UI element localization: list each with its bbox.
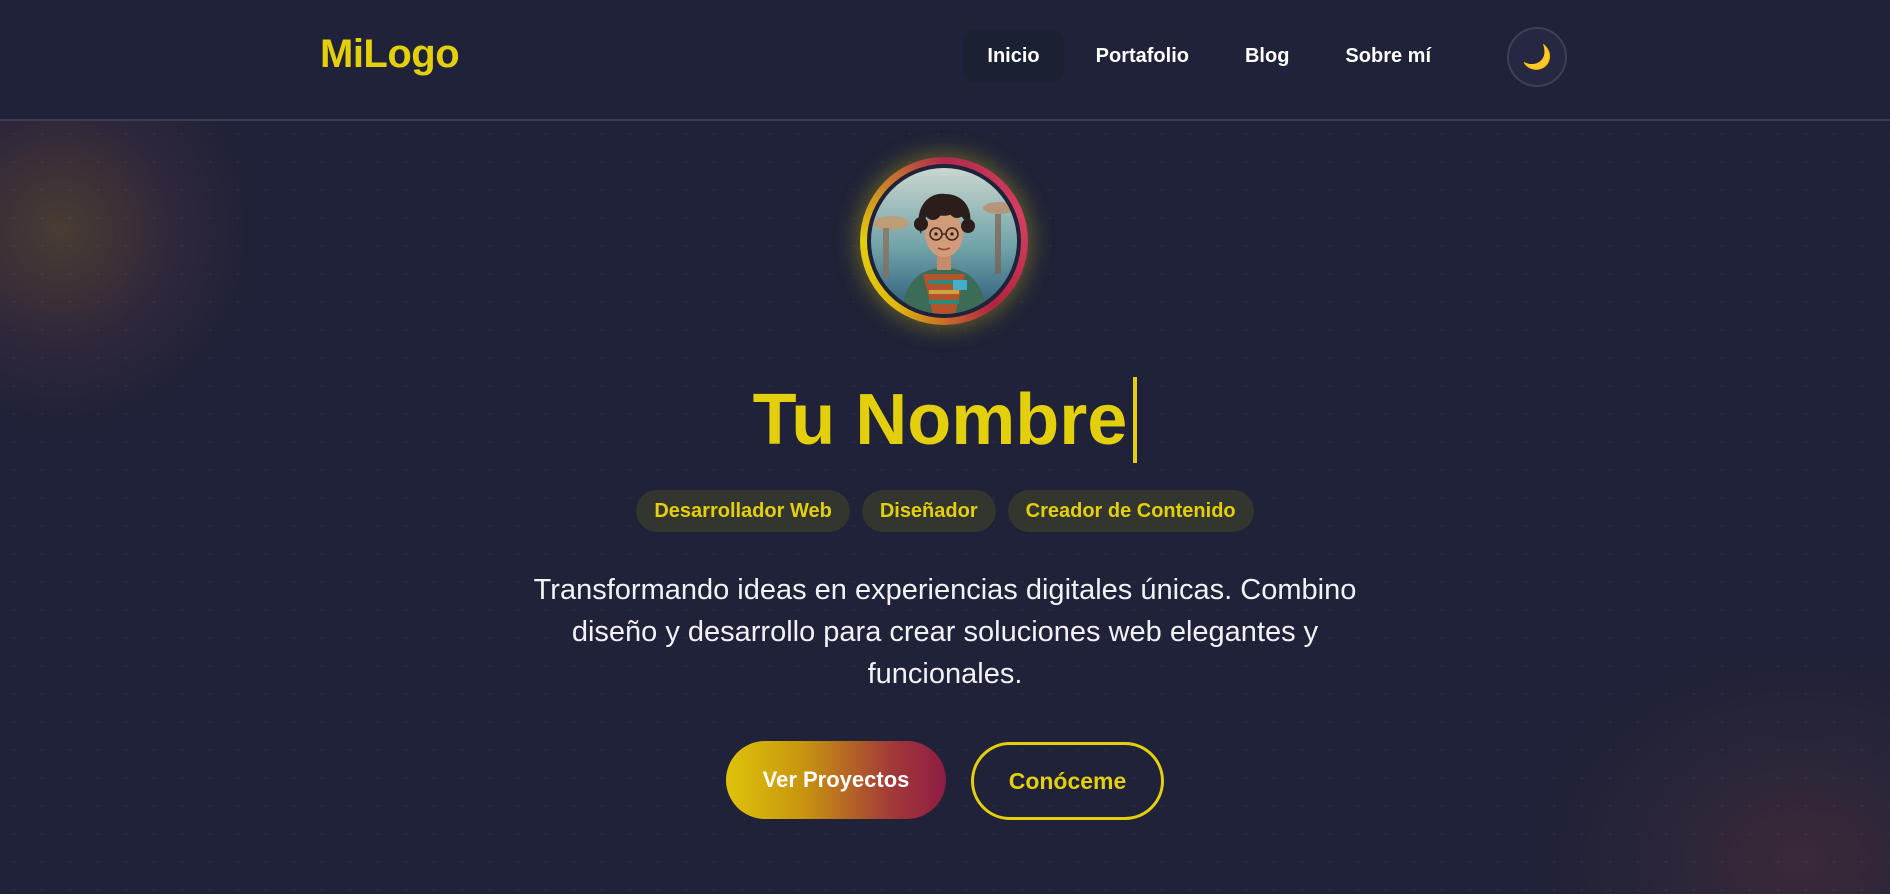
cta-row: Ver Proyectos Conóceme — [0, 741, 1890, 820]
main-nav: Inicio Portafolio Blog Sobre mí — [955, 29, 1455, 83]
avatar-portrait-image — [871, 168, 1017, 314]
hero-section: Tu Nombre Desarrollador Web Diseñador Cr… — [0, 121, 1890, 894]
theme-toggle-button[interactable]: 🌙 — [1507, 27, 1567, 87]
nav-link-blog[interactable]: Blog — [1221, 29, 1313, 83]
hero-name: Tu Nombre — [752, 380, 1128, 460]
navbar: MiLogo Inicio Portafolio Blog Sobre mí 🌙 — [0, 0, 1890, 121]
site-logo[interactable]: MiLogo — [320, 32, 460, 77]
nav-link-sobre-mi[interactable]: Sobre mí — [1321, 29, 1455, 83]
hero-description: Transformando ideas en experiencias digi… — [533, 574, 1357, 690]
moon-icon: 🌙 — [1522, 43, 1552, 71]
typing-cursor — [1133, 377, 1138, 463]
avatar-ring — [860, 157, 1028, 325]
nav-link-inicio[interactable]: Inicio — [963, 29, 1064, 83]
tag-desarrollador-web: Desarrollador Web — [636, 490, 850, 532]
ver-proyectos-button[interactable]: Ver Proyectos — [726, 741, 946, 819]
avatar — [867, 164, 1021, 318]
tag-creador-de-contenido: Creador de Contenido — [1007, 490, 1254, 532]
role-tags: Desarrollador Web Diseñador Creador de C… — [0, 490, 1890, 532]
tag-disenador: Diseñador — [861, 490, 996, 532]
conoceme-button[interactable]: Conóceme — [971, 742, 1164, 820]
hero-name-wrap: Tu Nombre — [0, 377, 1890, 463]
nav-link-portafolio[interactable]: Portafolio — [1072, 29, 1213, 83]
